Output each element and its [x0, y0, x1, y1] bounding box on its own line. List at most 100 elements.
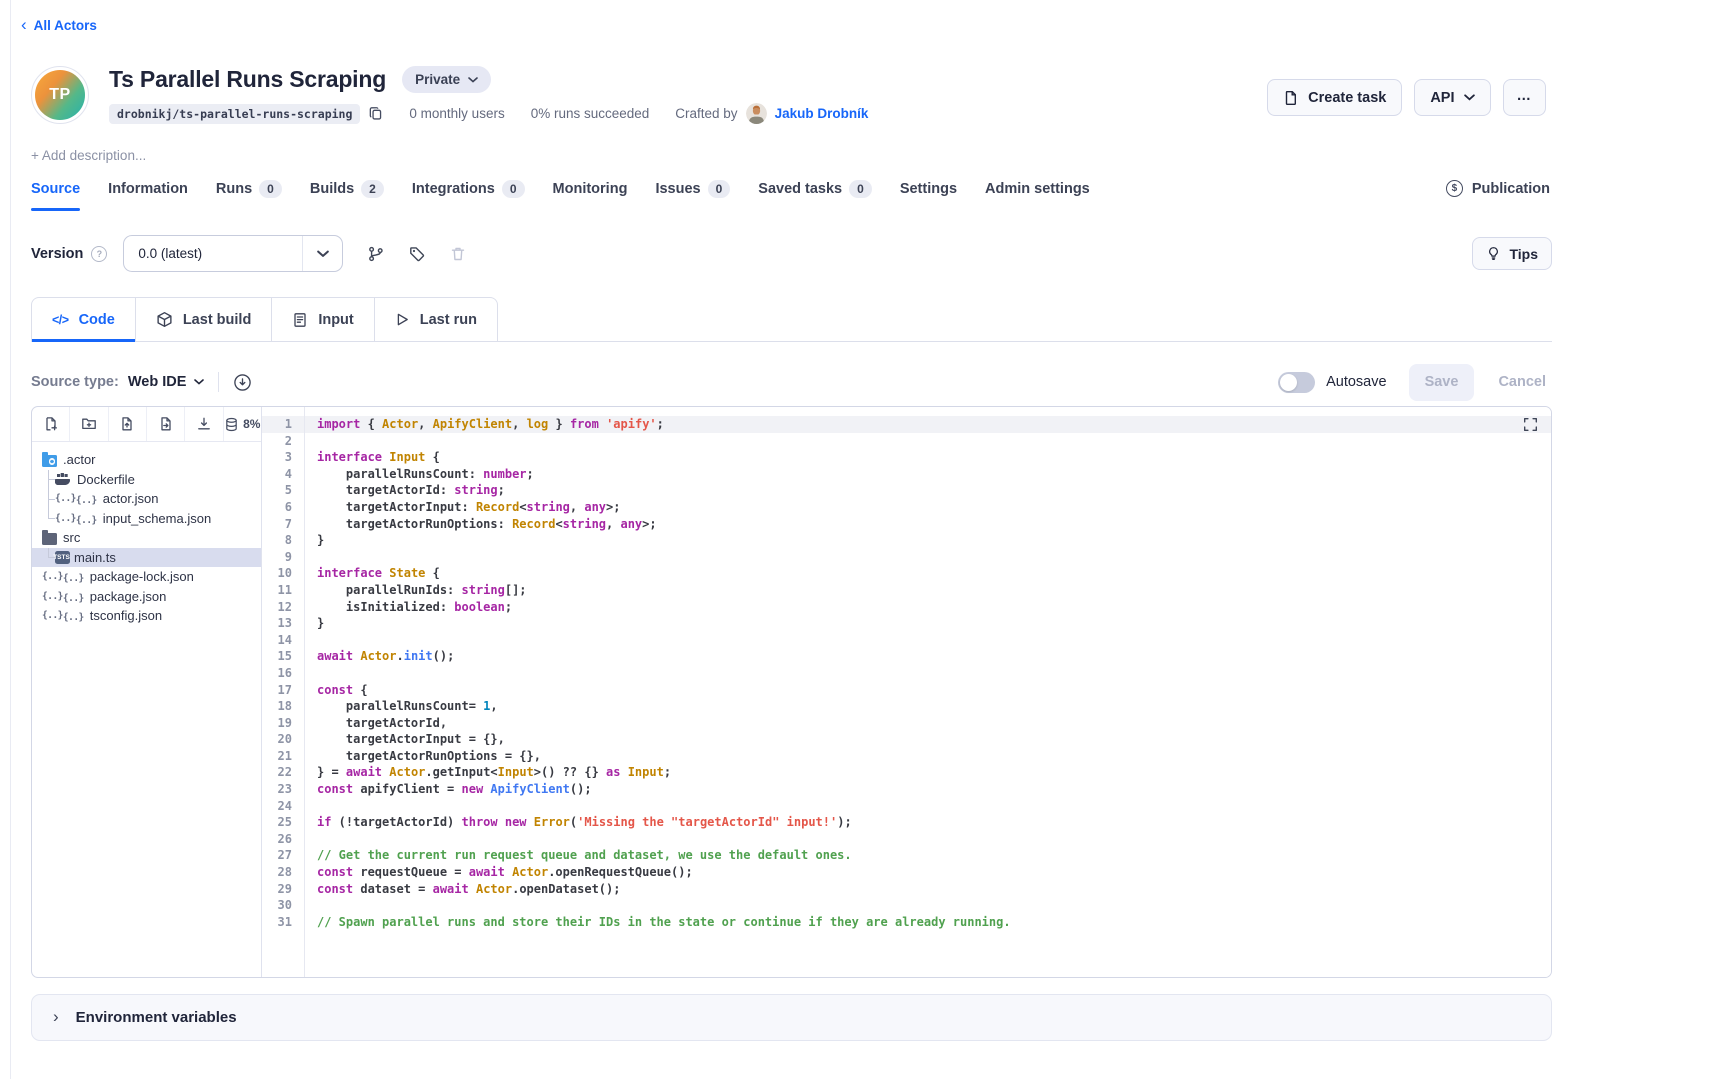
source-type-row: Source type: Web IDE Autosave Save Cance… [31, 363, 1552, 401]
autosave-toggle[interactable] [1278, 372, 1315, 393]
tab-runs[interactable]: Runs0 [216, 180, 282, 211]
version-select[interactable]: 0.0 (latest) [123, 235, 343, 272]
download-icon[interactable] [185, 407, 223, 441]
tab-code[interactable]: Code [31, 297, 136, 341]
create-task-label: Create task [1308, 90, 1386, 106]
docker-icon [55, 473, 71, 486]
visibility-label: Private [415, 72, 460, 87]
avatar-initials: TP [49, 86, 70, 104]
tab-issues[interactable]: Issues0 [655, 180, 730, 211]
tab-information[interactable]: Information [108, 180, 188, 211]
environment-variables-label: Environment variables [76, 1009, 237, 1026]
json-icon [42, 608, 84, 623]
tab-admin-settings[interactable]: Admin settings [985, 180, 1090, 211]
tab-settings[interactable]: Settings [900, 180, 957, 211]
breadcrumb-back-link[interactable]: ‹ All Actors [21, 18, 97, 33]
cancel-button[interactable]: Cancel [1492, 374, 1552, 390]
new-file-icon[interactable] [32, 407, 70, 441]
save-button[interactable]: Save [1409, 364, 1475, 401]
api-dropdown-button[interactable]: API [1414, 79, 1490, 116]
tab-count-badge: 0 [259, 180, 282, 198]
code-line-25: 25if (!targetActorId) throw new Error('M… [262, 814, 1551, 831]
code-line-13: 13} [262, 615, 1551, 632]
code-line-28: 28const requestQueue = await Actor.openR… [262, 864, 1551, 881]
tab-count-badge: 0 [708, 180, 731, 198]
tab-count-badge: 0 [849, 180, 872, 198]
author-link[interactable]: Jakub Drobník [775, 106, 869, 121]
ts-icon [55, 551, 68, 564]
environment-variables-section[interactable]: › Environment variables [31, 994, 1552, 1041]
import-file-icon[interactable] [147, 407, 185, 441]
add-description-button[interactable]: + Add description... [31, 148, 146, 163]
json-icon [55, 491, 97, 506]
tips-button[interactable]: Tips [1472, 237, 1552, 270]
tree-item-package-lock.json[interactable]: package-lock.json [32, 567, 261, 587]
code-line-20: 20 targetActorInput = {}, [262, 731, 1551, 748]
code-line-30: 30 [262, 897, 1551, 914]
storage-usage: 8% [224, 407, 261, 441]
tag-icon[interactable] [409, 246, 425, 262]
tree-connector [42, 548, 55, 568]
tree-item-src[interactable]: src [32, 528, 261, 548]
more-actions-button[interactable]: … [1503, 79, 1547, 116]
code-line-12: 12 isInitialized: boolean; [262, 599, 1551, 616]
autosave-label: Autosave [1326, 374, 1386, 390]
document-icon [292, 312, 308, 328]
help-circle-icon[interactable] [91, 246, 107, 262]
divider [218, 372, 219, 392]
source-type-label: Source type: [31, 374, 119, 390]
source-type-dropdown[interactable]: Web IDE [128, 374, 205, 390]
monthly-users-stat: 0 monthly users [409, 106, 504, 121]
author-avatar [746, 103, 767, 124]
visibility-dropdown[interactable]: Private [402, 66, 491, 93]
tab-last-run[interactable]: Last run [375, 297, 498, 341]
download-circle-icon[interactable] [233, 373, 252, 392]
code-line-15: 15await Actor.init(); [262, 648, 1551, 665]
tree-item-main.ts[interactable]: main.ts [32, 548, 261, 568]
tab-monitoring[interactable]: Monitoring [553, 180, 628, 211]
code-line-24: 24 [262, 798, 1551, 815]
code-line-1: 1import { Actor, ApifyClient, log } from… [262, 416, 1551, 433]
code-line-2: 2 [262, 433, 1551, 450]
fullscreen-icon[interactable] [1523, 417, 1538, 432]
code-line-10: 10interface State { [262, 565, 1551, 582]
tab-source[interactable]: Source [31, 180, 80, 211]
code-line-27: 27// Get the current run request queue a… [262, 847, 1551, 864]
dollar-circle-icon [1446, 180, 1463, 197]
tab-input[interactable]: Input [272, 297, 374, 341]
create-task-button[interactable]: Create task [1267, 79, 1402, 116]
trash-icon[interactable] [450, 246, 466, 262]
copy-icon[interactable] [368, 106, 383, 121]
version-row: Version 0.0 (latest) Tips [31, 235, 1552, 272]
code-line-14: 14 [262, 632, 1551, 649]
code-line-11: 11 parallelRunIds: string[]; [262, 582, 1551, 599]
tree-item-input_schema.json[interactable]: input_schema.json [32, 509, 261, 529]
runs-succeeded-stat: 0% runs succeeded [531, 106, 650, 121]
tree-item-Dockerfile[interactable]: Dockerfile [32, 470, 261, 490]
package-icon [156, 311, 173, 328]
crafted-by-label: Crafted by [675, 106, 737, 121]
upload-file-icon[interactable] [109, 407, 147, 441]
editor-subtabs: Code Last build Input Last run [31, 297, 1552, 342]
file-toolbar: 8% [32, 407, 261, 442]
tree-item-actor.json[interactable]: actor.json [32, 489, 261, 509]
tree-item-.actor[interactable]: .actor [32, 450, 261, 470]
code-editor[interactable]: 1import { Actor, ApifyClient, log } from… [262, 407, 1551, 977]
tab-builds[interactable]: Builds2 [310, 180, 384, 211]
publication-label: Publication [1472, 181, 1550, 197]
tab-count-badge: 0 [502, 180, 525, 198]
tree-item-tsconfig.json[interactable]: tsconfig.json [32, 606, 261, 626]
new-folder-icon[interactable] [70, 407, 108, 441]
git-branch-icon[interactable] [368, 246, 384, 262]
publication-link[interactable]: Publication [1446, 180, 1552, 197]
tab-integrations[interactable]: Integrations0 [412, 180, 525, 211]
tree-item-package.json[interactable]: package.json [32, 587, 261, 607]
code-line-26: 26 [262, 831, 1551, 848]
chevron-down-icon [1464, 94, 1475, 101]
tab-saved-tasks[interactable]: Saved tasks0 [758, 180, 872, 211]
tree-connector [42, 470, 55, 490]
json-icon [42, 569, 84, 584]
code-line-17: 17const { [262, 682, 1551, 699]
code-line-7: 7 targetActorRunOptions: Record<string, … [262, 516, 1551, 533]
tab-last-build[interactable]: Last build [136, 297, 272, 341]
